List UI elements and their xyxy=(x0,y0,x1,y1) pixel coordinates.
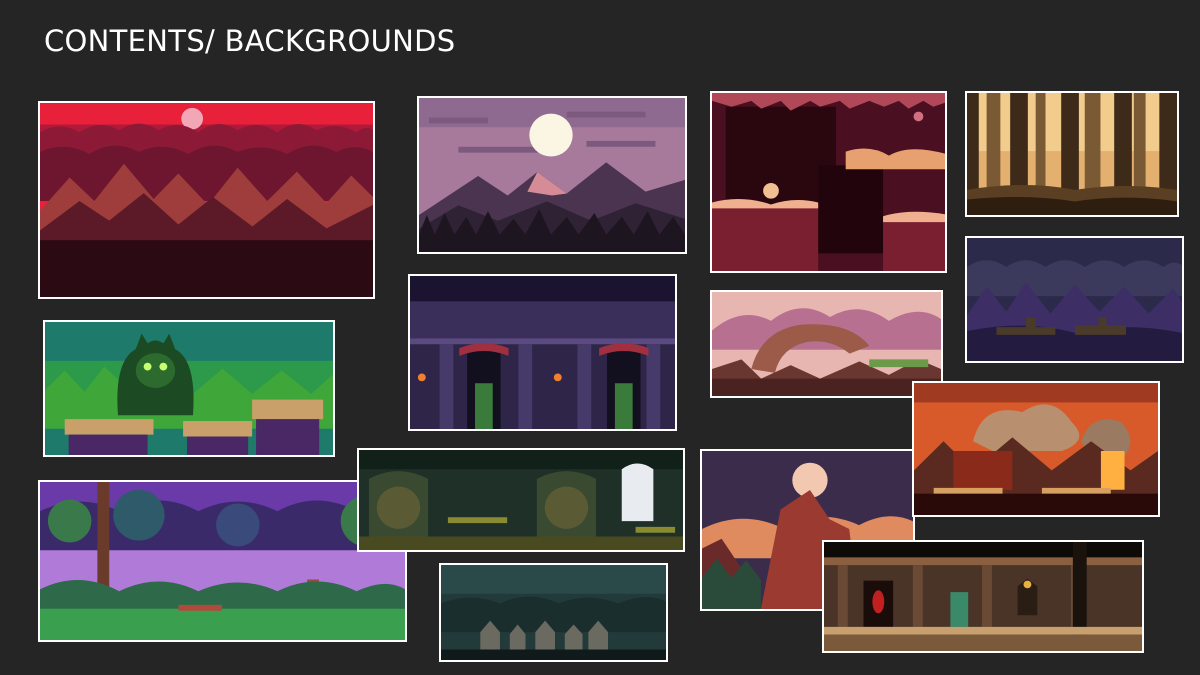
background-thumbnail-foggy-village xyxy=(439,563,668,662)
background-thumbnail-pink-rock-arch xyxy=(710,290,943,398)
background-thumbnail-violet-jungle xyxy=(38,480,407,642)
background-thumbnail-green-dungeon xyxy=(357,448,685,552)
background-thumbnail-crimson-mountains xyxy=(38,101,375,299)
background-thumbnail-purple-dusk-mountains xyxy=(417,96,687,254)
background-thumbnail-gothic-castle-hall xyxy=(408,274,677,431)
background-thumbnail-temple-corridor xyxy=(822,540,1144,653)
background-thumbnail-lava-ruins xyxy=(912,381,1160,517)
background-thumbnail-golden-forest xyxy=(965,91,1179,217)
background-thumbnail-green-demon-swamp xyxy=(43,320,335,457)
background-thumbnail-flesh-cave xyxy=(710,91,947,273)
background-thumbnail-night-purple-hills xyxy=(965,236,1184,363)
page-title: CONTENTS/ BACKGROUNDS xyxy=(44,24,456,58)
